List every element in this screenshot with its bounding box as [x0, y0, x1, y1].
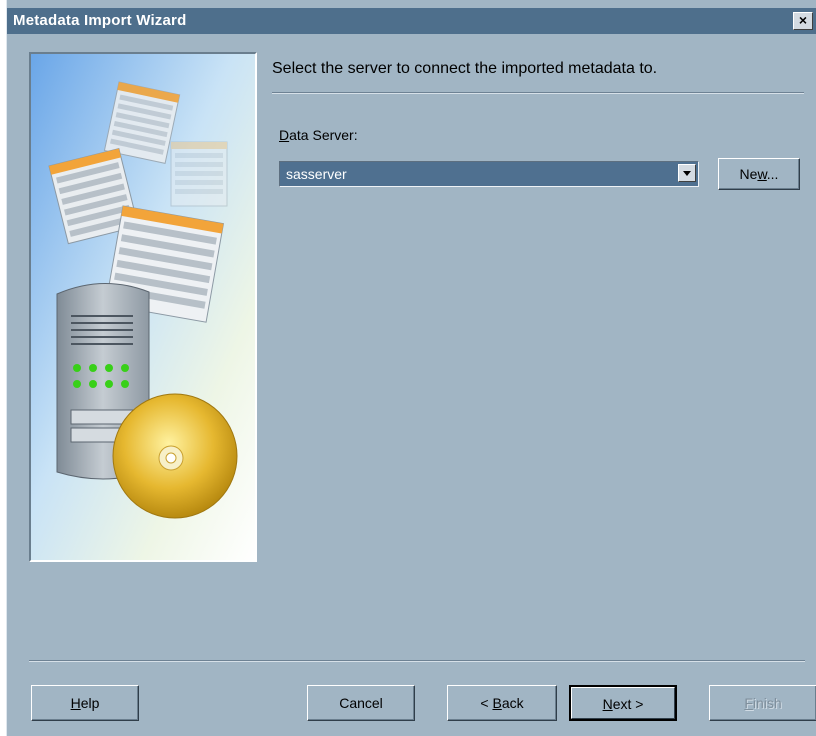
data-server-value: sasserver [286, 166, 347, 182]
wizard-illustration [29, 52, 257, 562]
next-label-rest: ext > [612, 696, 644, 712]
next-button[interactable]: Next > [569, 685, 677, 721]
data-server-label: Data Server: [279, 127, 358, 143]
back-mnemonic: B [492, 695, 502, 711]
finish-mnemonic: F [744, 695, 753, 711]
finish-label-rest: inish [752, 695, 782, 711]
wizard-window: Metadata Import Wizard × Select the serv… [6, 0, 816, 736]
cancel-button[interactable]: Cancel [307, 685, 415, 721]
data-server-label-mnemonic: D [279, 127, 290, 143]
new-button-mnemonic: w [757, 166, 767, 182]
back-prefix: < [480, 695, 493, 711]
back-button[interactable]: < Back [447, 685, 557, 721]
title-bar: Metadata Import Wizard × [7, 8, 816, 34]
data-server-dropdown[interactable]: sasserver [279, 161, 699, 187]
help-mnemonic: H [70, 695, 81, 711]
help-label-rest: elp [80, 695, 100, 711]
next-mnemonic: N [602, 696, 613, 712]
close-button[interactable]: × [793, 12, 813, 30]
new-server-button[interactable]: New... [718, 158, 800, 190]
finish-button[interactable]: Finish [709, 685, 816, 721]
footer-separator [29, 660, 805, 662]
cancel-label: Cancel [339, 695, 383, 711]
dropdown-arrow-icon[interactable] [678, 164, 696, 182]
new-button-suffix: ... [766, 166, 779, 182]
window-title: Metadata Import Wizard [13, 12, 187, 29]
back-label-rest: ack [501, 695, 524, 711]
heading-separator [272, 92, 804, 94]
new-button-prefix: Ne [739, 166, 758, 182]
page-heading: Select the server to connect the importe… [272, 60, 658, 77]
help-button[interactable]: Help [31, 685, 139, 721]
data-server-label-text: ata Server: [289, 127, 358, 143]
server-database-illustration [31, 54, 255, 560]
